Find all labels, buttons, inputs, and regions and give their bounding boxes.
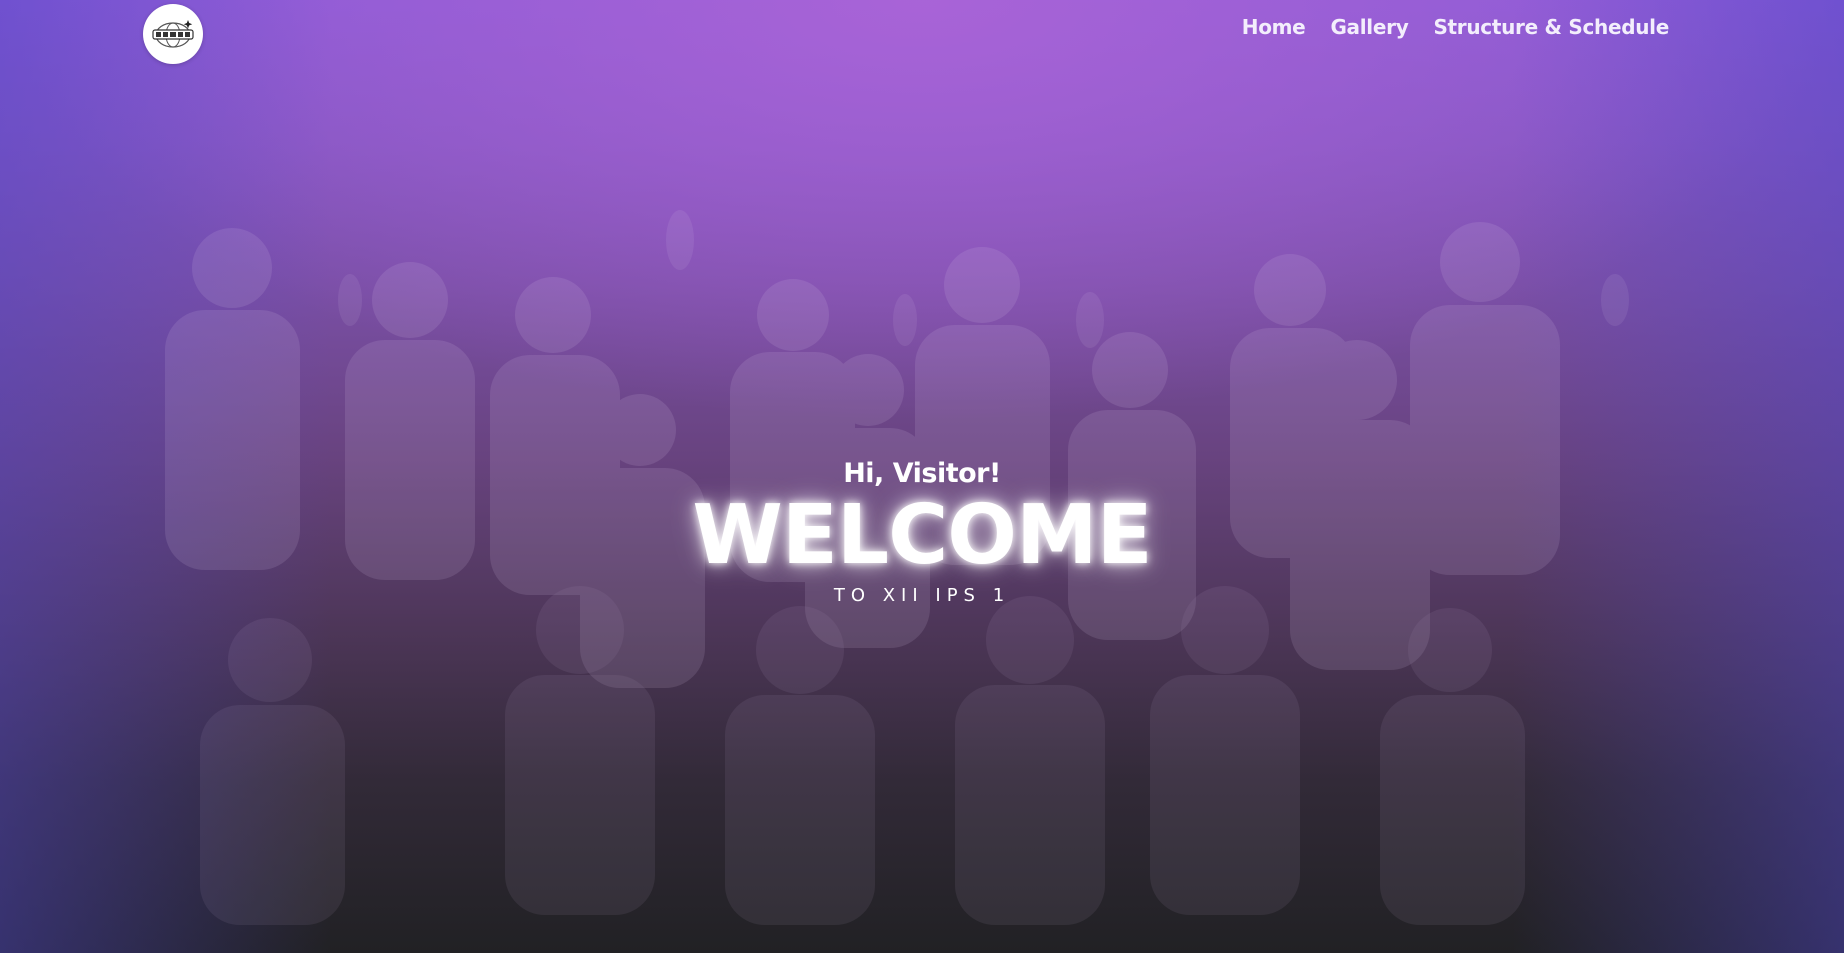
hero-content: Hi, Visitor! WELCOME TO XII IPS 1: [0, 458, 1844, 606]
class-logo-icon: [152, 20, 194, 48]
greeting-text: Hi, Visitor!: [843, 458, 1001, 489]
top-navbar: Home Gallery Structure & Schedule: [0, 0, 1844, 66]
logo[interactable]: [143, 4, 203, 64]
nav-links: Home Gallery Structure & Schedule: [1242, 15, 1670, 39]
welcome-title: WELCOME: [692, 488, 1152, 583]
nav-home-link[interactable]: Home: [1242, 15, 1306, 39]
nav-structure-schedule-link[interactable]: Structure & Schedule: [1433, 15, 1669, 39]
hero-section: Home Gallery Structure & Schedule Hi, Vi…: [0, 0, 1844, 953]
welcome-subtitle: TO XII IPS 1: [833, 585, 1011, 606]
nav-gallery-link[interactable]: Gallery: [1330, 15, 1408, 39]
